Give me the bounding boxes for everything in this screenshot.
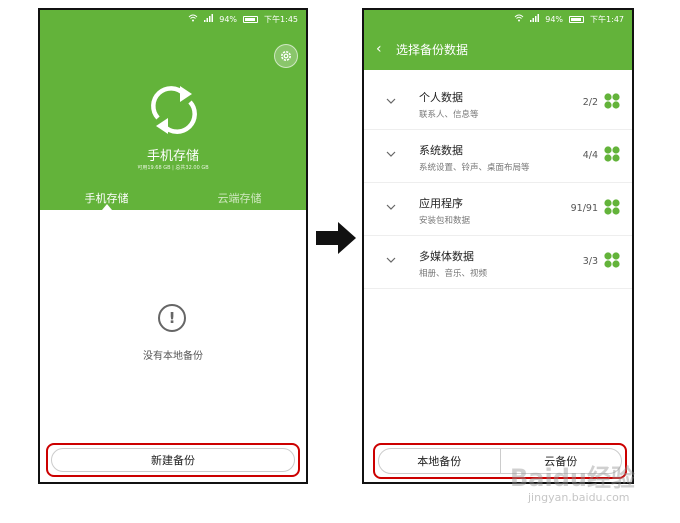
storage-header: 94% 下午1:45 手机存储 可用19.68 GB | 总共32.00 GB …: [40, 10, 306, 210]
storage-tabs: 手机存储 云端存储: [40, 190, 306, 210]
watermark-url: jingyan.baidu.com: [528, 491, 630, 504]
item-description: 安装包和数据: [419, 216, 471, 226]
status-bar: 94% 下午1:47: [364, 10, 632, 28]
list-item-personal-data[interactable]: 个人数据 联系人、信息等 2/2: [364, 78, 632, 130]
item-count: 4/4: [582, 150, 598, 161]
phone-select-data-screen: 94% 下午1:47 ‹ 选择备份数据 个人数据 联系人、信息等 2/2 系统数…: [362, 8, 634, 484]
page-title: 手机存储: [146, 149, 199, 164]
back-icon[interactable]: ‹: [376, 41, 382, 57]
item-title: 多媒体数据: [419, 250, 474, 263]
new-backup-button[interactable]: 新建备份: [51, 448, 295, 472]
battery-icon: [569, 15, 585, 23]
item-description: 相册、音乐、视频: [419, 269, 488, 279]
chevron-down-icon[interactable]: [386, 255, 396, 265]
item-count: 91/91: [570, 203, 598, 214]
status-time: 下午1:47: [590, 14, 624, 24]
clover-check-icon[interactable]: [603, 198, 621, 216]
right-arrow-icon: [316, 220, 358, 256]
chevron-down-icon[interactable]: [386, 202, 396, 212]
item-count: 3/3: [582, 256, 598, 267]
wifi-icon: [514, 14, 524, 24]
signal-icon: [530, 14, 540, 24]
sync-icon: [144, 80, 204, 140]
clover-check-icon[interactable]: [603, 92, 621, 110]
item-title: 系统数据: [419, 144, 463, 157]
clover-check-icon[interactable]: [603, 251, 621, 269]
status-time: 下午1:45: [264, 14, 298, 24]
empty-state-message: 没有本地备份: [143, 351, 203, 362]
battery-percent: 94%: [219, 14, 238, 24]
select-data-header: 94% 下午1:47 ‹ 选择备份数据: [364, 10, 632, 70]
list-item-media-data[interactable]: 多媒体数据 相册、音乐、视频 3/3: [364, 237, 632, 289]
chevron-down-icon[interactable]: [386, 149, 396, 159]
gear-icon[interactable]: [274, 44, 298, 68]
phone-storage-screen: 94% 下午1:45 手机存储 可用19.68 GB | 总共32.00 GB …: [38, 8, 308, 484]
item-title: 应用程序: [419, 197, 463, 210]
list-item-applications[interactable]: 应用程序 安装包和数据 91/91: [364, 184, 632, 236]
alert-circle-icon: !: [158, 304, 186, 332]
clover-check-icon[interactable]: [603, 145, 621, 163]
battery-icon: [243, 15, 259, 23]
highlight-box: 新建备份: [46, 443, 300, 477]
local-backup-button[interactable]: 本地备份: [379, 449, 500, 473]
status-bar: 94% 下午1:45: [40, 10, 306, 28]
chevron-down-icon[interactable]: [386, 96, 396, 106]
storage-capacity: 可用19.68 GB | 总共32.00 GB: [137, 165, 209, 171]
battery-percent: 94%: [545, 14, 564, 24]
active-tab-indicator: [102, 204, 112, 210]
list-item-system-data[interactable]: 系统数据 系统设置、铃声、桌面布局等 4/4: [364, 131, 632, 183]
item-description: 系统设置、铃声、桌面布局等: [419, 163, 530, 173]
watermark: Baidu经验 jingyan.baidu.com: [510, 458, 670, 518]
item-title: 个人数据: [419, 91, 463, 104]
item-description: 联系人、信息等: [419, 110, 479, 120]
page-title: 选择备份数据: [396, 43, 469, 57]
watermark-logo: Baidu经验: [510, 464, 635, 492]
wifi-icon: [188, 14, 198, 24]
item-count: 2/2: [582, 97, 598, 108]
tab-cloud-storage[interactable]: 云端存储: [173, 190, 306, 210]
signal-icon: [204, 14, 214, 24]
